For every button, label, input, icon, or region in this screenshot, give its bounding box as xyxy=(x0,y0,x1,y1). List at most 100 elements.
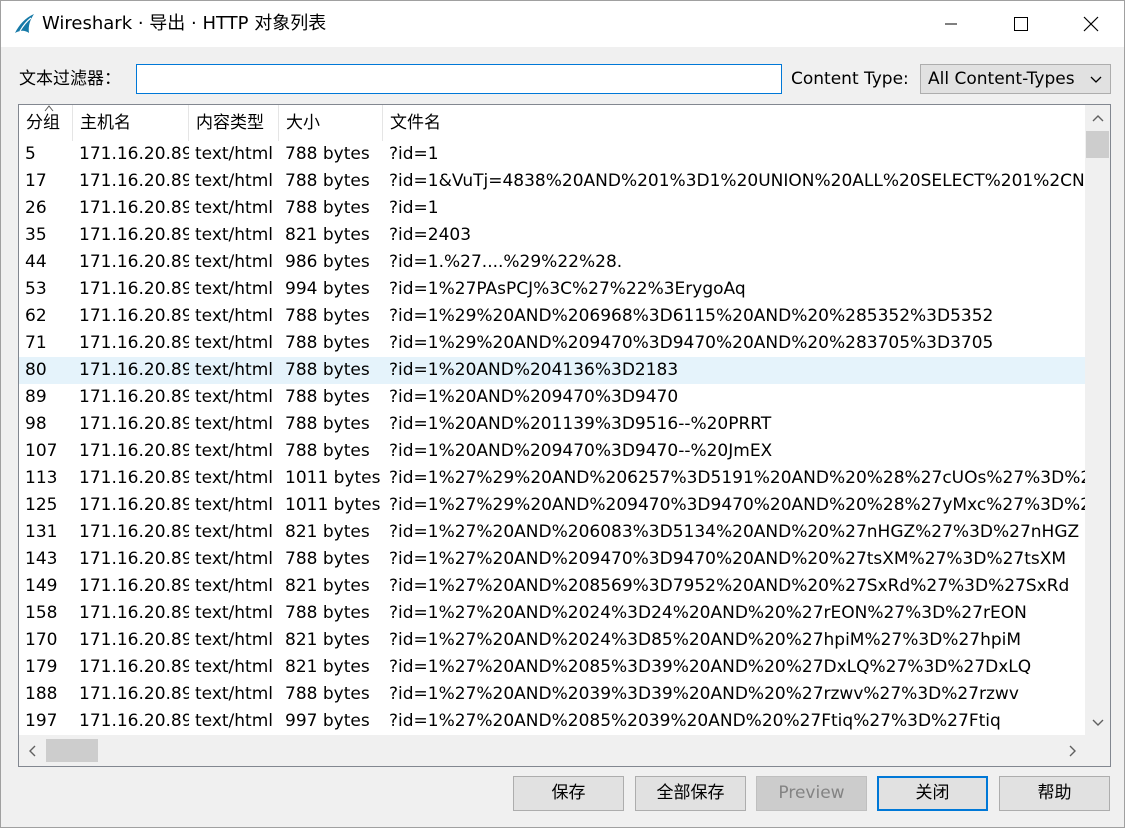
table-row[interactable]: 197 171.16.20.89 text/html 997 bytes ?id=1%2… xyxy=(19,708,1085,735)
filename-cell: ?id=1%27PAsPCJ%3C%27%22%3ErygoAq xyxy=(389,279,746,299)
table-row[interactable]: 125 171.16.20.89 text/html 1011 bytes ?id=1%… xyxy=(19,492,1085,519)
size-cell: 788 bytes xyxy=(285,414,370,434)
packet-cell: 158 xyxy=(25,603,58,623)
hostname-cell: 171.16.20.89 xyxy=(79,279,189,299)
help-button[interactable]: 帮助 xyxy=(999,776,1110,811)
packet-cell: 125 xyxy=(25,495,58,515)
header-filename[interactable]: 文件名 xyxy=(383,105,1085,141)
hostname-cell: 171.16.20.89 xyxy=(79,198,189,218)
table-row[interactable]: 53 171.16.20.89 text/html 994 bytes ?id=1%27… xyxy=(19,276,1085,303)
table-row[interactable]: 44 171.16.20.89 text/html 986 bytes ?id=1.%2… xyxy=(19,249,1085,276)
size-cell: 821 bytes xyxy=(285,225,370,245)
content-type-label: Content Type: xyxy=(791,69,909,89)
header-packet[interactable]: 分组 xyxy=(19,105,73,141)
filename-cell: ?id=1%27%29%20AND%206257%3D5191%20AND%20… xyxy=(389,468,1085,488)
table-header: 分组 主机名 内容类型 大小 文件名 xyxy=(19,105,1085,141)
table-row[interactable]: 113 171.16.20.89 text/html 1011 bytes ?id=1%… xyxy=(19,465,1085,492)
table-row[interactable]: 5 171.16.20.89 text/html 788 bytes ?id=1 xyxy=(19,141,1085,168)
text-filter-input[interactable] xyxy=(136,64,782,94)
hostname-cell: 171.16.20.89 xyxy=(79,171,189,191)
hostname-cell: 171.16.20.89 xyxy=(79,144,189,164)
horizontal-scrollbar[interactable] xyxy=(19,735,1085,766)
table-row[interactable]: 143 171.16.20.89 text/html 788 bytes ?id=1%2… xyxy=(19,546,1085,573)
filter-bar: 文本过滤器： Content Type: All Content-Types xyxy=(1,47,1124,101)
filename-cell: ?id=1%29%20AND%206968%3D6115%20AND%20%28… xyxy=(389,306,994,326)
table-row[interactable]: 71 171.16.20.89 text/html 788 bytes ?id=1%29… xyxy=(19,330,1085,357)
content-type-cell: text/html xyxy=(195,576,274,596)
hostname-cell: 171.16.20.89 xyxy=(79,441,189,461)
horizontal-scroll-thumb[interactable] xyxy=(46,739,98,762)
table-row[interactable]: 26 171.16.20.89 text/html 788 bytes ?id=1 xyxy=(19,195,1085,222)
content-type-cell: text/html xyxy=(195,468,274,488)
header-label: 内容类型 xyxy=(196,113,264,133)
table-row[interactable]: 107 171.16.20.89 text/html 788 bytes ?id=1%2… xyxy=(19,438,1085,465)
table-row[interactable]: 149 171.16.20.89 text/html 821 bytes ?id=1%2… xyxy=(19,573,1085,600)
packet-cell: 98 xyxy=(25,414,47,434)
vertical-scrollbar[interactable] xyxy=(1085,105,1110,735)
save-all-button[interactable]: 全部保存 xyxy=(635,776,746,811)
size-cell: 788 bytes xyxy=(285,603,370,623)
table-row[interactable]: 170 171.16.20.89 text/html 821 bytes ?id=1%2… xyxy=(19,627,1085,654)
header-hostname[interactable]: 主机名 xyxy=(73,105,189,141)
hostname-cell: 171.16.20.89 xyxy=(79,684,189,704)
table-row[interactable]: 179 171.16.20.89 text/html 821 bytes ?id=1%2… xyxy=(19,654,1085,681)
table-row[interactable]: 35 171.16.20.89 text/html 821 bytes ?id=2403 xyxy=(19,222,1085,249)
filename-cell: ?id=1%29%20AND%209470%3D9470%20AND%20%28… xyxy=(389,333,994,353)
close-icon xyxy=(1083,16,1099,32)
hostname-cell: 171.16.20.89 xyxy=(79,603,189,623)
hostname-cell: 171.16.20.89 xyxy=(79,495,189,515)
hostname-cell: 171.16.20.89 xyxy=(79,333,189,353)
scroll-right-button[interactable] xyxy=(1060,735,1085,766)
header-size[interactable]: 大小 xyxy=(279,105,383,141)
size-cell: 788 bytes xyxy=(285,360,370,380)
preview-button[interactable]: Preview xyxy=(756,776,867,811)
hostname-cell: 171.16.20.89 xyxy=(79,522,189,542)
header-content-type[interactable]: 内容类型 xyxy=(189,105,279,141)
save-button[interactable]: 保存 xyxy=(513,776,624,811)
filename-cell: ?id=1.%27....%29%22%28. xyxy=(389,252,623,272)
table-row[interactable]: 98 171.16.20.89 text/html 788 bytes ?id=1%20… xyxy=(19,411,1085,438)
size-cell: 997 bytes xyxy=(285,711,370,731)
title-bar[interactable]: Wireshark · 导出 · HTTP 对象列表 xyxy=(1,1,1124,47)
scroll-left-button[interactable] xyxy=(19,735,44,766)
table-row[interactable]: 62 171.16.20.89 text/html 788 bytes ?id=1%29… xyxy=(19,303,1085,330)
packet-cell: 5 xyxy=(25,144,36,164)
table-row[interactable]: 89 171.16.20.89 text/html 788 bytes ?id=1%20… xyxy=(19,384,1085,411)
vertical-scroll-thumb[interactable] xyxy=(1086,131,1109,158)
chevron-right-icon xyxy=(1069,745,1076,756)
table-row[interactable]: 17 171.16.20.89 text/html 788 bytes ?id=1&Vu… xyxy=(19,168,1085,195)
chevron-down-icon xyxy=(1092,719,1103,726)
content-type-cell: text/html xyxy=(195,630,274,650)
content-type-selected: All Content-Types xyxy=(928,69,1075,89)
table-row[interactable]: 188 171.16.20.89 text/html 788 bytes ?id=1%2… xyxy=(19,681,1085,708)
hostname-cell: 171.16.20.89 xyxy=(79,711,189,731)
filename-cell: ?id=1%20AND%209470%3D9470 xyxy=(389,387,679,407)
hostname-cell: 171.16.20.89 xyxy=(79,306,189,326)
packet-cell: 80 xyxy=(25,360,47,380)
filename-cell: ?id=1%20AND%201139%3D9516--%20PRRT xyxy=(389,414,772,434)
table-body: 5 171.16.20.89 text/html 788 bytes ?id=1 17 17… xyxy=(19,141,1085,735)
packet-cell: 170 xyxy=(25,630,58,650)
hostname-cell: 171.16.20.89 xyxy=(79,225,189,245)
table-row[interactable]: 158 171.16.20.89 text/html 788 bytes ?id=1%2… xyxy=(19,600,1085,627)
content-type-cell: text/html xyxy=(195,198,274,218)
filename-cell: ?id=1%27%20AND%2085%3D39%20AND%20%27DxLQ… xyxy=(389,657,1032,677)
filename-cell: ?id=1 xyxy=(389,144,439,164)
chevron-left-icon xyxy=(28,745,35,756)
scroll-down-button[interactable] xyxy=(1085,710,1110,735)
close-button[interactable]: 关闭 xyxy=(877,776,988,811)
table-row[interactable]: 131 171.16.20.89 text/html 821 bytes ?id=1%2… xyxy=(19,519,1085,546)
table-row[interactable]: 80 171.16.20.89 text/html 788 bytes ?id=1%20… xyxy=(19,357,1085,384)
close-window-button[interactable] xyxy=(1056,1,1125,47)
minimize-button[interactable] xyxy=(916,1,986,47)
content-type-select[interactable]: All Content-Types xyxy=(920,64,1111,94)
size-cell: 788 bytes xyxy=(285,144,370,164)
packet-cell: 197 xyxy=(25,711,58,731)
scroll-up-button[interactable] xyxy=(1085,105,1110,130)
filename-cell: ?id=1 xyxy=(389,198,439,218)
content-type-cell: text/html xyxy=(195,441,274,461)
maximize-button[interactable] xyxy=(986,1,1056,47)
wireshark-fin-icon xyxy=(15,14,34,33)
packet-cell: 107 xyxy=(25,441,58,461)
content-type-cell: text/html xyxy=(195,360,274,380)
